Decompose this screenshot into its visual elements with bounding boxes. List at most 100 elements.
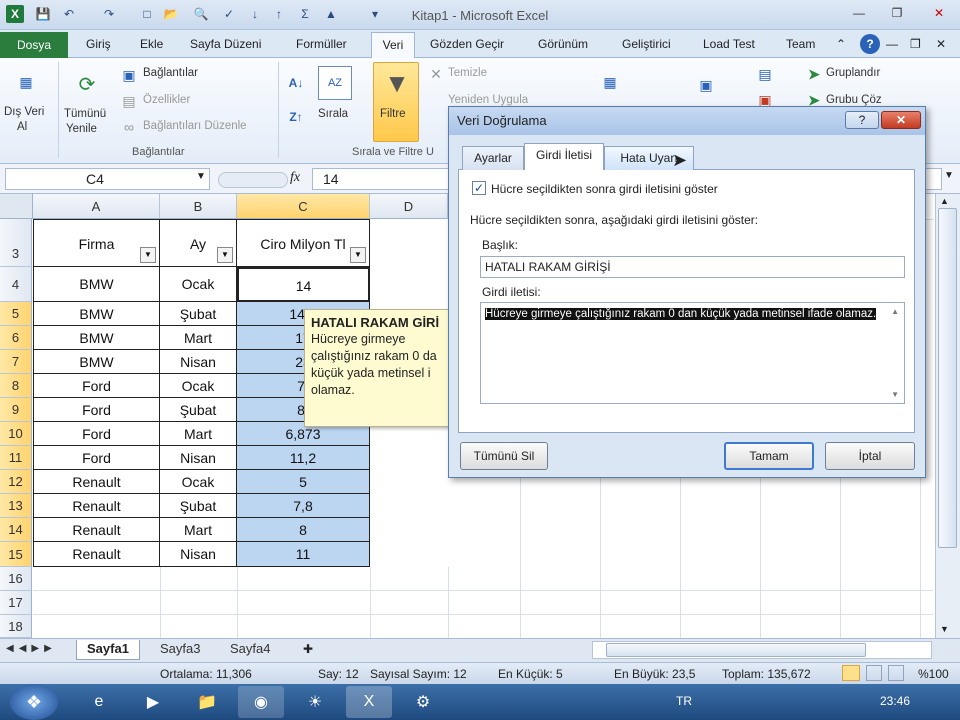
temizle-button[interactable]: Temizle xyxy=(448,67,487,79)
cell-ay[interactable]: Mart xyxy=(160,326,237,350)
filter-dropdown-icon[interactable]: ▼ xyxy=(217,247,233,263)
row-header-11[interactable]: 11 xyxy=(0,446,32,470)
tab-formuller[interactable]: Formüller xyxy=(296,37,347,51)
cell-ciro[interactable]: 11 xyxy=(237,542,370,567)
cell-firma[interactable]: Ford xyxy=(33,446,160,470)
tab-team[interactable]: Team xyxy=(786,37,815,51)
scroll-up-icon[interactable]: ▲ xyxy=(940,196,949,206)
col-header-d[interactable]: D xyxy=(370,194,448,219)
tab-dosya[interactable]: Dosya xyxy=(0,32,68,58)
cell-ay[interactable]: Ocak xyxy=(160,374,237,398)
filter-dropdown-icon[interactable]: ▼ xyxy=(140,247,156,263)
cell-ciro[interactable]: 14 xyxy=(237,267,370,302)
sort-za-icon[interactable]: Z↑ xyxy=(286,106,306,128)
cell-ay[interactable]: Mart xyxy=(160,422,237,446)
cell-firma[interactable]: Renault xyxy=(33,542,160,567)
row-header-10[interactable]: 10 xyxy=(0,422,32,446)
cell-firma[interactable]: BMW xyxy=(33,326,160,350)
name-box[interactable]: C4 ▼ xyxy=(5,168,210,190)
cancel-button[interactable]: İptal xyxy=(825,442,915,470)
clear-all-button[interactable]: Tümünü Sil xyxy=(460,442,548,470)
insert-sheet-icon[interactable]: ✚ xyxy=(298,642,318,658)
cell-firma[interactable]: BMW xyxy=(33,267,160,302)
help-icon[interactable]: ? xyxy=(860,34,880,54)
cell-ay[interactable]: Nisan xyxy=(160,542,237,567)
sirala-button[interactable]: Sırala xyxy=(318,108,348,120)
show-message-checkbox[interactable]: ✓ xyxy=(472,181,486,195)
row-header-18[interactable]: 18 xyxy=(0,615,32,638)
row-header-14[interactable]: 14 xyxy=(0,518,32,542)
filter-dropdown-icon[interactable]: ▼ xyxy=(350,247,366,263)
row-header-9[interactable]: 9 xyxy=(0,398,32,422)
yenile-label[interactable]: Yenile xyxy=(66,123,97,135)
restore-icon[interactable]: ❐ xyxy=(884,4,910,22)
select-all-corner[interactable] xyxy=(0,194,33,219)
grubu-coz-button[interactable]: Grubu Çöz xyxy=(826,94,882,106)
tab-load-test[interactable]: Load Test xyxy=(703,37,755,51)
cell-firma[interactable]: BMW xyxy=(33,302,160,326)
cell-firma[interactable]: Ford xyxy=(33,398,160,422)
cell-firma[interactable]: Renault xyxy=(33,494,160,518)
page-break-icon[interactable] xyxy=(888,665,904,681)
sheet-tab-sayfa1[interactable]: Sayfa1 xyxy=(76,640,140,660)
row-header-8[interactable]: 8 xyxy=(0,374,32,398)
row-header-17[interactable]: 17 xyxy=(0,591,32,615)
dis-veri-label2[interactable]: Al xyxy=(17,121,27,133)
dis-veri-label[interactable]: Dış Veri xyxy=(4,106,44,118)
row-header-16[interactable]: 16 xyxy=(0,567,32,591)
tab-ayarlar[interactable]: Ayarlar xyxy=(462,146,524,170)
col-header-b[interactable]: B xyxy=(160,194,237,219)
ozellikler-button[interactable]: Özellikler xyxy=(143,94,190,106)
row-header-15[interactable]: 15 xyxy=(0,542,32,567)
cell-ciro[interactable]: 11,2 xyxy=(237,446,370,470)
row-header-13[interactable]: 13 xyxy=(0,494,32,518)
cell-ciro[interactable]: 7,8 xyxy=(237,494,370,518)
expand-formula-icon[interactable]: ▼ xyxy=(944,170,954,181)
scroll-down-icon[interactable]: ▼ xyxy=(940,624,949,634)
header-cell-ciro[interactable]: Ciro Milyon Tl ▼ xyxy=(237,219,370,267)
formula-bar-handle[interactable] xyxy=(218,172,288,188)
insert-function-icon[interactable]: fx xyxy=(290,170,300,186)
doc-minimize-icon[interactable]: — xyxy=(886,37,898,51)
col-header-a[interactable]: A xyxy=(33,194,160,219)
sheet-tab-sayfa4[interactable]: Sayfa4 xyxy=(220,640,280,660)
row-header-7[interactable]: 7 xyxy=(0,350,32,374)
cell-ay[interactable]: Ocak xyxy=(160,267,237,302)
cell-firma[interactable]: BMW xyxy=(33,350,160,374)
vertical-scroll-thumb[interactable] xyxy=(938,208,957,548)
tab-gozden-gecir[interactable]: Gözden Geçir xyxy=(430,37,504,51)
app2-taskbar-icon[interactable]: ⚙ xyxy=(400,686,446,718)
cell-ay[interactable]: Nisan xyxy=(160,350,237,374)
cell-ciro[interactable]: 8 xyxy=(237,518,370,542)
sort-az-icon[interactable]: A↓ xyxy=(286,72,306,94)
cell-ay[interactable]: Mart xyxy=(160,518,237,542)
cell-ay[interactable]: Şubat xyxy=(160,494,237,518)
sheet-nav-icons[interactable]: ◀◀▶▶ xyxy=(6,643,57,654)
cell-firma[interactable]: Renault xyxy=(33,470,160,494)
name-box-dropdown-icon[interactable]: ▼ xyxy=(196,171,206,182)
tab-gorunum[interactable]: Görünüm xyxy=(538,37,588,51)
col-header-c[interactable]: C xyxy=(237,194,370,219)
cell-ay[interactable]: Şubat xyxy=(160,302,237,326)
cell-ay[interactable]: Nisan xyxy=(160,446,237,470)
horizontal-scroll-thumb[interactable] xyxy=(606,643,866,657)
ribbon-collapse-icon[interactable]: ⌃ xyxy=(836,37,846,51)
gruplandir-button[interactable]: Gruplandır xyxy=(826,67,880,79)
tumunu-label[interactable]: Tümünü xyxy=(64,108,106,120)
baglantilar-button[interactable]: Bağlantılar xyxy=(143,67,198,79)
textarea-scroll-up-icon[interactable]: ▲ xyxy=(891,307,899,316)
page-layout-icon[interactable] xyxy=(866,665,882,681)
tab-veri[interactable]: Veri xyxy=(371,32,415,59)
doc-restore-icon[interactable]: ❐ xyxy=(910,37,921,51)
dialog-close-icon[interactable]: ✕ xyxy=(881,111,921,129)
tab-sayfa-duzeni[interactable]: Sayfa Düzeni xyxy=(190,37,261,51)
doc-close-icon[interactable]: ✕ xyxy=(936,37,946,51)
header-cell-firma[interactable]: Firma ▼ xyxy=(33,219,160,267)
row-header-4[interactable]: 4 xyxy=(0,267,32,302)
explorer-taskbar-icon[interactable]: 📁 xyxy=(184,686,230,718)
textarea-scroll-down-icon[interactable]: ▼ xyxy=(891,390,899,399)
data-validation-icon[interactable]: ▤ xyxy=(754,64,776,84)
app-taskbar-icon[interactable]: ☀ xyxy=(292,686,338,718)
sheet-tab-sayfa3[interactable]: Sayfa3 xyxy=(150,640,210,660)
edit-links-button[interactable]: Bağlantıları Düzenle xyxy=(143,120,247,132)
